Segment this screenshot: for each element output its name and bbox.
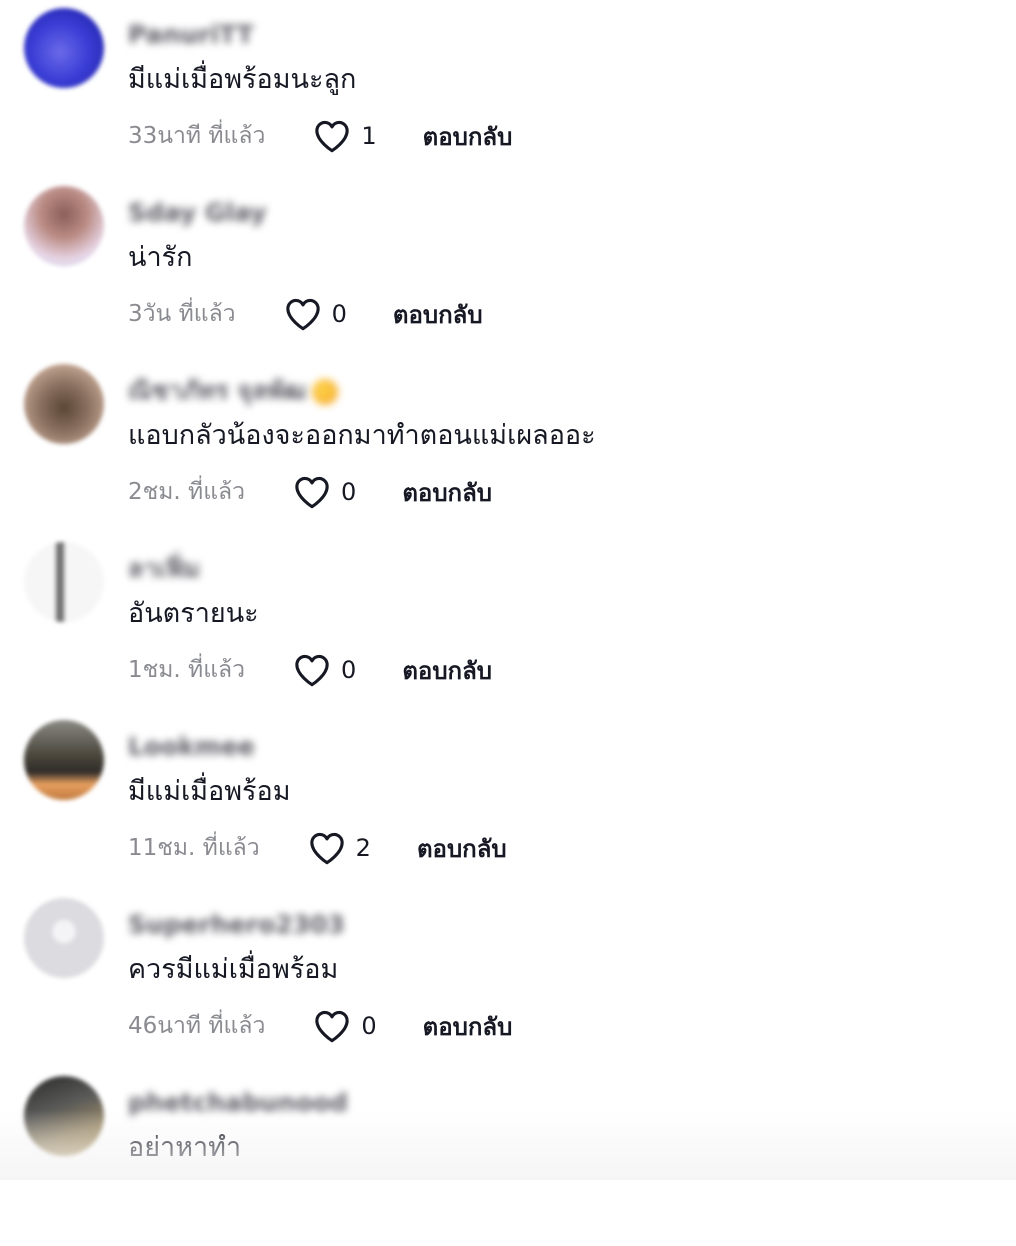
like-count: 0 <box>331 300 347 328</box>
comment-text: แอบกลัวน้องจะออกมาทำตอนแม่เผลออะ <box>128 420 596 451</box>
like-button[interactable]: 0 <box>293 653 356 687</box>
comment-timestamp: 1ชม. ที่แล้ว <box>128 657 246 683</box>
emoji-icon <box>312 379 339 405</box>
comment-username[interactable]: Lookmee <box>128 732 255 762</box>
comment-text: อันตรายนะ <box>128 598 259 629</box>
avatar[interactable] <box>24 8 104 88</box>
comment-item: ณิชาภัทร จุลพัฒ แอบกลัวน้องจะออกมาทำตอนแ… <box>0 356 1016 534</box>
comment-meta: 1ชม. ที่แล้ว 0 ตอบกลับ <box>128 650 492 690</box>
reply-button[interactable]: ตอบกลับ <box>423 1007 513 1046</box>
reply-button[interactable]: ตอบกลับ <box>402 473 492 512</box>
comment-text: น่ารัก <box>128 242 193 273</box>
comment-item: ลาเฟิ่ม อันตรายนะ 1ชม. ที่แล้ว 0 ตอบกลับ <box>0 534 1016 712</box>
like-count: 2 <box>355 834 371 862</box>
comment-text: มีแม่เมื่อพร้อมนะลูก <box>128 64 357 95</box>
like-button[interactable]: 1 <box>313 119 377 153</box>
comment-item: Lookmee มีแม่เมื่อพร้อม 11ชม. ที่แล้ว 2 … <box>0 712 1016 890</box>
comment-item: phetchabunood อย่าหาทำ <box>0 1068 1016 1246</box>
comment-meta: 2ชม. ที่แล้ว 0 ตอบกลับ <box>128 472 492 512</box>
avatar[interactable] <box>24 186 104 266</box>
comment-timestamp: 46นาที ที่แล้ว <box>128 1013 266 1039</box>
comment-item: Superhero2303 ควรมีแม่เมื่อพร้อม 46นาที … <box>0 890 1016 1068</box>
reply-button[interactable]: ตอบกลับ <box>417 829 507 868</box>
avatar[interactable] <box>24 898 104 978</box>
comment-timestamp: 11ชม. ที่แล้ว <box>128 835 260 861</box>
comment-username[interactable]: ณิชาภัทร จุลพัฒ <box>128 376 339 406</box>
avatar[interactable] <box>24 720 104 800</box>
comment-meta: 3วัน ที่แล้ว 0 ตอบกลับ <box>128 294 483 334</box>
avatar[interactable] <box>24 1076 104 1156</box>
comment-item: PanuriTT มีแม่เมื่อพร้อมนะลูก 33นาที ที่… <box>0 0 1016 178</box>
comment-username[interactable]: ลาเฟิ่ม <box>128 554 200 584</box>
comment-username[interactable]: phetchabunood <box>128 1088 348 1118</box>
comment-username[interactable]: Sday Glay <box>128 198 267 228</box>
comment-timestamp: 2ชม. ที่แล้ว <box>128 479 246 505</box>
heart-icon[interactable] <box>284 297 322 331</box>
comment-timestamp: 33นาที ที่แล้ว <box>128 123 266 149</box>
comment-meta: 33นาที ที่แล้ว 1 ตอบกลับ <box>128 116 512 156</box>
avatar[interactable] <box>24 542 104 622</box>
reply-button[interactable]: ตอบกลับ <box>423 117 513 156</box>
comment-text: มีแม่เมื่อพร้อม <box>128 776 291 807</box>
avatar[interactable] <box>24 364 104 444</box>
username-text: ณิชาภัทร จุลพัฒ <box>128 376 307 405</box>
reply-button[interactable]: ตอบกลับ <box>402 651 492 690</box>
like-count: 0 <box>341 478 357 506</box>
like-button[interactable]: 0 <box>293 475 356 509</box>
comment-username[interactable]: PanuriTT <box>128 20 254 50</box>
comment-text: ควรมีแม่เมื่อพร้อม <box>128 954 339 985</box>
comment-text: อย่าหาทำ <box>128 1132 242 1163</box>
like-count: 0 <box>361 1012 377 1040</box>
reply-button[interactable]: ตอบกลับ <box>393 295 483 334</box>
like-count: 1 <box>361 122 377 150</box>
heart-icon[interactable] <box>293 653 331 687</box>
comment-item: Sday Glay น่ารัก 3วัน ที่แล้ว 0 ตอบกลับ <box>0 178 1016 356</box>
comment-meta: 11ชม. ที่แล้ว 2 ตอบกลับ <box>128 828 507 868</box>
comment-list: PanuriTT มีแม่เมื่อพร้อมนะลูก 33นาที ที่… <box>0 0 1016 1180</box>
heart-icon[interactable] <box>308 831 346 865</box>
heart-icon[interactable] <box>293 475 331 509</box>
comment-timestamp: 3วัน ที่แล้ว <box>128 301 236 327</box>
comment-meta: 46นาที ที่แล้ว 0 ตอบกลับ <box>128 1006 512 1046</box>
like-button[interactable]: 0 <box>284 297 347 331</box>
like-button[interactable]: 0 <box>313 1009 377 1043</box>
like-button[interactable]: 2 <box>308 831 371 865</box>
heart-icon[interactable] <box>313 1009 351 1043</box>
like-count: 0 <box>341 656 357 684</box>
comment-username[interactable]: Superhero2303 <box>128 910 345 940</box>
heart-icon[interactable] <box>313 119 351 153</box>
